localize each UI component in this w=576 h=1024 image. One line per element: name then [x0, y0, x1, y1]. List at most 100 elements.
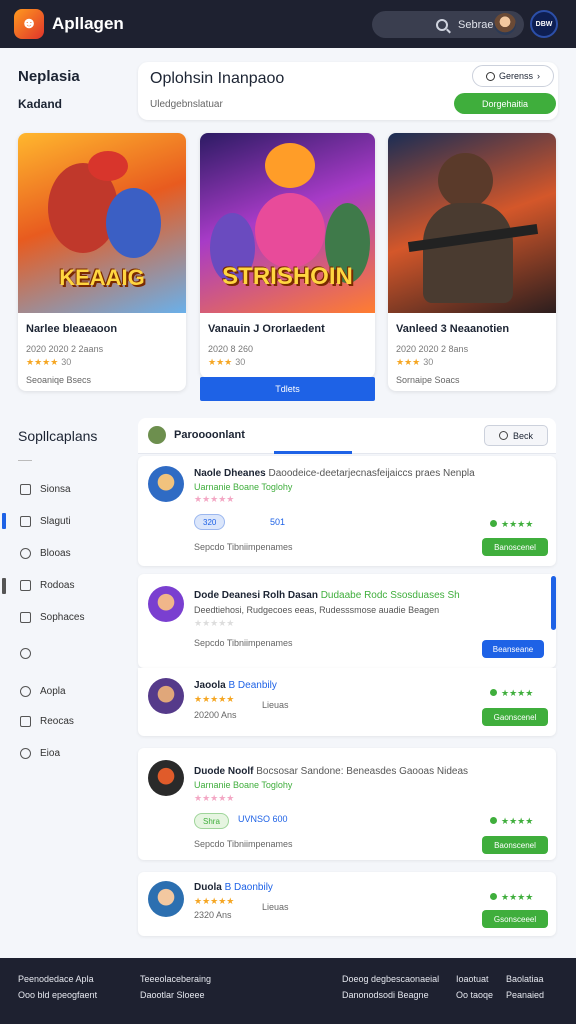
sidebar-item[interactable]: Eioa	[20, 748, 60, 759]
sidebar-item[interactable]: Aopla	[20, 686, 66, 697]
game-title: Narlee bleaeaoon	[26, 323, 118, 335]
status-dot	[490, 893, 497, 900]
sidebar-item[interactable]: Reocas	[20, 716, 74, 727]
top-bar: ☻ Apllagen Sebrae DBW	[0, 0, 576, 48]
tag-pill[interactable]: 320	[194, 514, 226, 530]
sidebar-item[interactable]: Slaguti	[20, 516, 71, 527]
search-box[interactable]: Sebrae	[372, 11, 524, 38]
box-icon	[20, 580, 31, 591]
reviewer-name: Duode Noolf Bocsosar Sandone: Beneasdes …	[194, 766, 468, 777]
reviewer-name: Duola B Daonbily	[194, 882, 273, 893]
footer-link[interactable]: Ioaotuat	[456, 974, 489, 984]
review-action-button[interactable]: Gsonsceeel	[482, 910, 548, 928]
review-footer: Sepcdo Tibniimpenames	[194, 839, 293, 849]
hero-subtitle: Uledgebnslatuar	[150, 99, 223, 110]
green-rating: ★★★★	[490, 519, 533, 530]
active-marker	[2, 513, 6, 529]
sidebar-item-label: Blooas	[40, 548, 71, 559]
green-stars: ★★★★	[501, 519, 534, 529]
green-stars: ★★★★	[501, 892, 534, 902]
search-input[interactable]: Sebrae	[458, 19, 493, 31]
rating-stars: ★★★	[208, 357, 233, 367]
sidebar-item-label: Slaguti	[40, 516, 71, 527]
active-tab-indicator	[274, 451, 352, 454]
footer: Peenodedace Apla Ooo bld epeogfaent Teee…	[0, 958, 576, 1024]
review-card: Jaoola B Deanbily ★★★★★ 20200 Ans Lieuas…	[138, 668, 556, 736]
hero-action-button[interactable]: Dorgehaitia	[454, 93, 556, 114]
character-figure	[88, 151, 128, 181]
sidebar-item[interactable]: Sionsa	[20, 484, 71, 495]
review-footer: Sepcdo Tibniimpenames	[194, 638, 293, 648]
sidebar-item-label: Reocas	[40, 716, 74, 727]
genre-dropdown[interactable]: Gerenss ›	[472, 65, 554, 87]
game-details-button[interactable]: Tdlets	[200, 377, 375, 401]
back-button[interactable]: Beck	[484, 425, 548, 446]
review-stars: ★★★★★	[194, 793, 235, 803]
game-card[interactable]: KEAAIG Narlee bleaeaoon 2020 2020 2 2aan…	[18, 133, 186, 391]
hero-panel: Oplohsin Inanpaoo Uledgebnslatuar Gerens…	[138, 62, 558, 120]
avatar	[148, 426, 166, 444]
back-label: Beck	[512, 430, 533, 441]
reviewer-name-text: Naole Dheanes	[194, 468, 266, 479]
sidebar-item[interactable]	[20, 648, 40, 659]
game-card[interactable]: STRISHOIN Vanauin J Ororlaedent 2020 8 2…	[200, 133, 375, 378]
frame-icon	[20, 612, 31, 623]
hero-title: Oplohsin Inanpaoo	[150, 70, 285, 87]
review-tagline: Uarnanie Boane Toglohy	[194, 482, 293, 492]
game-title: Vanauin J Ororlaedent	[208, 323, 325, 335]
review-year: 2320 Ans	[194, 910, 232, 920]
avatar[interactable]	[494, 13, 516, 35]
reviewer-name: Jaoola B Deanbily	[194, 680, 277, 691]
character-figure	[423, 203, 513, 303]
review-action-button[interactable]: Gaonscenel	[482, 708, 548, 726]
review-card: Duola B Daonbily ★★★★★ 2320 Ans Lieuas ★…	[138, 872, 556, 936]
review-meta: Lieuas	[262, 700, 289, 710]
reviewer-avatar	[148, 881, 184, 917]
image-icon	[20, 484, 31, 495]
review-footer: Sepcdo Tibniimpenames	[194, 542, 293, 552]
footer-link[interactable]: Teeeolaceberaing	[140, 974, 211, 984]
footer-link[interactable]: Oo taoqe	[456, 990, 493, 1000]
sidebar-item[interactable]: Sophaces	[20, 612, 84, 623]
tag-extra: UVNSO 600	[238, 814, 288, 824]
search-icon	[436, 18, 448, 31]
reviews-header: Paroooonlant Beck	[138, 418, 556, 454]
scrollbar[interactable]	[551, 576, 556, 630]
tag-pill[interactable]: Shra	[194, 813, 229, 829]
footer-link[interactable]: Ooo bld epeogfaent	[18, 990, 97, 1000]
clock-icon	[20, 686, 31, 697]
reviewer-name-text: Jaoola	[194, 680, 226, 691]
sidebar-item-label: Sionsa	[40, 484, 71, 495]
footer-link[interactable]: Peenodedace Apla	[18, 974, 94, 984]
footer-link[interactable]: Daootlar Sloeee	[140, 990, 205, 1000]
game-rating: ★★★★ 30	[26, 357, 71, 368]
review-stars: ★★★★★	[194, 896, 235, 906]
app-name: Apllagen	[52, 14, 124, 33]
info-icon	[20, 748, 31, 759]
review-meta: Lieuas	[262, 902, 289, 912]
user-badge[interactable]: DBW	[530, 10, 558, 38]
sidebar-item[interactable]: Blooas	[20, 548, 71, 559]
reviewer-avatar	[148, 760, 184, 796]
footer-link[interactable]: Baolatiaa	[506, 974, 544, 984]
review-action-button[interactable]: Beanseane	[482, 640, 544, 658]
app-logo-icon[interactable]: ☻	[14, 9, 44, 39]
footer-link[interactable]: Doeog degbescaonaeial	[342, 974, 439, 984]
review-text: Dudaabe Rodc Ssosduases Sh	[320, 590, 460, 601]
settings-icon	[20, 648, 31, 659]
game-card[interactable]: Vanleed 3 Neaanotien 2020 2020 2 8ans ★★…	[388, 133, 556, 391]
review-action-button[interactable]: Banoscenel	[482, 538, 548, 556]
rating-count: 30	[423, 357, 434, 367]
sidebar-heading: Sopllcaplans	[18, 428, 98, 444]
sidebar-item[interactable]: Rodoas	[20, 580, 74, 591]
reviews-title: Paroooonlant	[174, 429, 245, 441]
review-action-button[interactable]: Baonscenel	[482, 836, 548, 854]
status-dot	[490, 817, 497, 824]
status-dot	[490, 520, 497, 527]
review-card: Naole Dheanes Daoodeice-deetarjecnasfeij…	[138, 456, 556, 566]
section-marker	[2, 578, 6, 594]
footer-link[interactable]: Danonodsodi Beagne	[342, 990, 429, 1000]
footer-link[interactable]: Peanaied	[506, 990, 544, 1000]
game-meta: 2020 8 260	[208, 344, 254, 354]
game-title: Vanleed 3 Neaanotien	[396, 323, 510, 335]
